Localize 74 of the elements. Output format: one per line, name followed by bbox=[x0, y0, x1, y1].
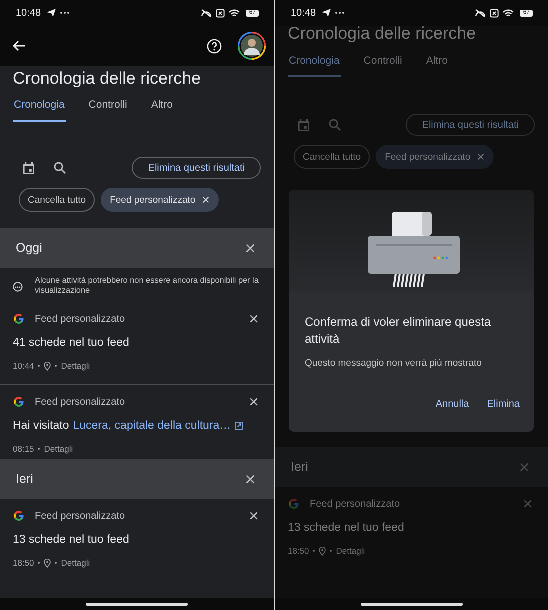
close-icon[interactable] bbox=[245, 474, 256, 484]
item-time: 10:44 bbox=[13, 361, 34, 371]
close-icon[interactable] bbox=[249, 397, 259, 407]
details-link[interactable]: Dettagli bbox=[44, 444, 74, 454]
mute-icon bbox=[475, 8, 486, 18]
external-link-icon[interactable] bbox=[235, 422, 244, 430]
item-title: Hai visitato bbox=[13, 420, 70, 432]
help-icon[interactable] bbox=[207, 38, 222, 54]
google-icon bbox=[13, 313, 25, 325]
dialog-message: Questo messaggio non verrà più mostrato bbox=[304, 357, 483, 369]
send-icon bbox=[47, 9, 56, 17]
clock-time: 10:48 bbox=[291, 8, 316, 18]
page-title: Cronologia delle ricerche bbox=[12, 68, 202, 90]
delete-results-button[interactable]: Elimina questi risultati bbox=[406, 114, 535, 136]
item-time: 18:50 bbox=[288, 546, 310, 556]
source-label: Feed personalizzato bbox=[310, 498, 400, 510]
google-icon bbox=[13, 510, 25, 522]
wifi-icon bbox=[229, 8, 240, 18]
page-title: Cronologia delle ricerche bbox=[287, 26, 478, 45]
section-title: Ieri bbox=[291, 460, 308, 474]
wifi-icon bbox=[503, 8, 514, 18]
notice-text: Alcune attività potrebbero non essere ancora disponibili per la visualizzazione bbox=[35, 276, 260, 296]
item-time: 18:50 bbox=[13, 558, 34, 568]
close-icon bbox=[476, 153, 485, 161]
dialog-button[interactable]: Elimina bbox=[483, 395, 524, 414]
tab[interactable]: Controlli bbox=[362, 46, 404, 77]
filter-chip[interactable]: Feed personalizzato bbox=[376, 145, 494, 169]
section-title: Ieri bbox=[16, 472, 34, 486]
tab[interactable]: Cronologia bbox=[13, 90, 66, 122]
home-indicator[interactable] bbox=[86, 602, 188, 606]
item-title: 13 schede nel tuo feed bbox=[288, 522, 404, 534]
google-icon bbox=[13, 396, 25, 408]
location-pin-icon bbox=[319, 546, 326, 556]
dialog-button[interactable]: Annulla bbox=[432, 395, 474, 414]
tab[interactable]: Cronologia bbox=[288, 46, 341, 77]
close-icon[interactable] bbox=[249, 314, 259, 324]
calendar-icon[interactable] bbox=[23, 162, 35, 174]
close-icon[interactable] bbox=[249, 511, 259, 521]
source-label: Feed personalizzato bbox=[35, 396, 126, 408]
search-icon[interactable] bbox=[54, 162, 66, 174]
source-label: Feed personalizzato bbox=[35, 314, 126, 324]
back-arrow-icon[interactable] bbox=[12, 40, 26, 52]
page-link[interactable]: Lucera, capitale della cultura… bbox=[73, 420, 232, 432]
tab[interactable]: Controlli bbox=[88, 90, 128, 122]
delete-results-button[interactable]: Elimina questi risultati bbox=[132, 157, 261, 179]
details-link[interactable]: Dettagli bbox=[336, 546, 366, 556]
send-icon bbox=[322, 9, 332, 17]
more-icon bbox=[335, 11, 346, 15]
info-icon bbox=[13, 282, 23, 292]
tab[interactable]: Altro bbox=[425, 46, 449, 77]
filter-chip[interactable]: Cancella tutto bbox=[294, 145, 370, 169]
filter-chip[interactable]: Feed personalizzato bbox=[101, 188, 219, 212]
sim-icon bbox=[490, 8, 500, 18]
filter-chip[interactable]: Cancella tutto bbox=[19, 188, 96, 212]
close-icon bbox=[202, 196, 210, 204]
home-indicator[interactable] bbox=[360, 602, 462, 606]
item-time: 08:15 bbox=[13, 444, 34, 454]
clock-time: 10:48 bbox=[16, 8, 42, 18]
section-title: Oggi bbox=[16, 241, 42, 255]
details-link[interactable]: Dettagli bbox=[61, 361, 90, 371]
google-icon bbox=[288, 498, 300, 510]
sim-icon bbox=[216, 8, 226, 18]
location-pin-icon bbox=[44, 558, 52, 568]
item-title: 13 schede nel tuo feed bbox=[13, 534, 130, 546]
more-icon bbox=[60, 11, 70, 15]
details-link[interactable]: Dettagli bbox=[61, 558, 90, 568]
source-label: Feed personalizzato bbox=[35, 510, 126, 522]
mute-icon bbox=[201, 8, 212, 18]
dialog-title: Conferma di voler eliminare questa attività bbox=[304, 314, 492, 348]
location-pin-icon bbox=[44, 362, 52, 370]
item-title: 41 schede nel tuo feed bbox=[13, 337, 130, 349]
tab[interactable]: Altro bbox=[150, 90, 174, 122]
avatar[interactable] bbox=[238, 32, 266, 60]
close-icon[interactable] bbox=[245, 242, 256, 254]
